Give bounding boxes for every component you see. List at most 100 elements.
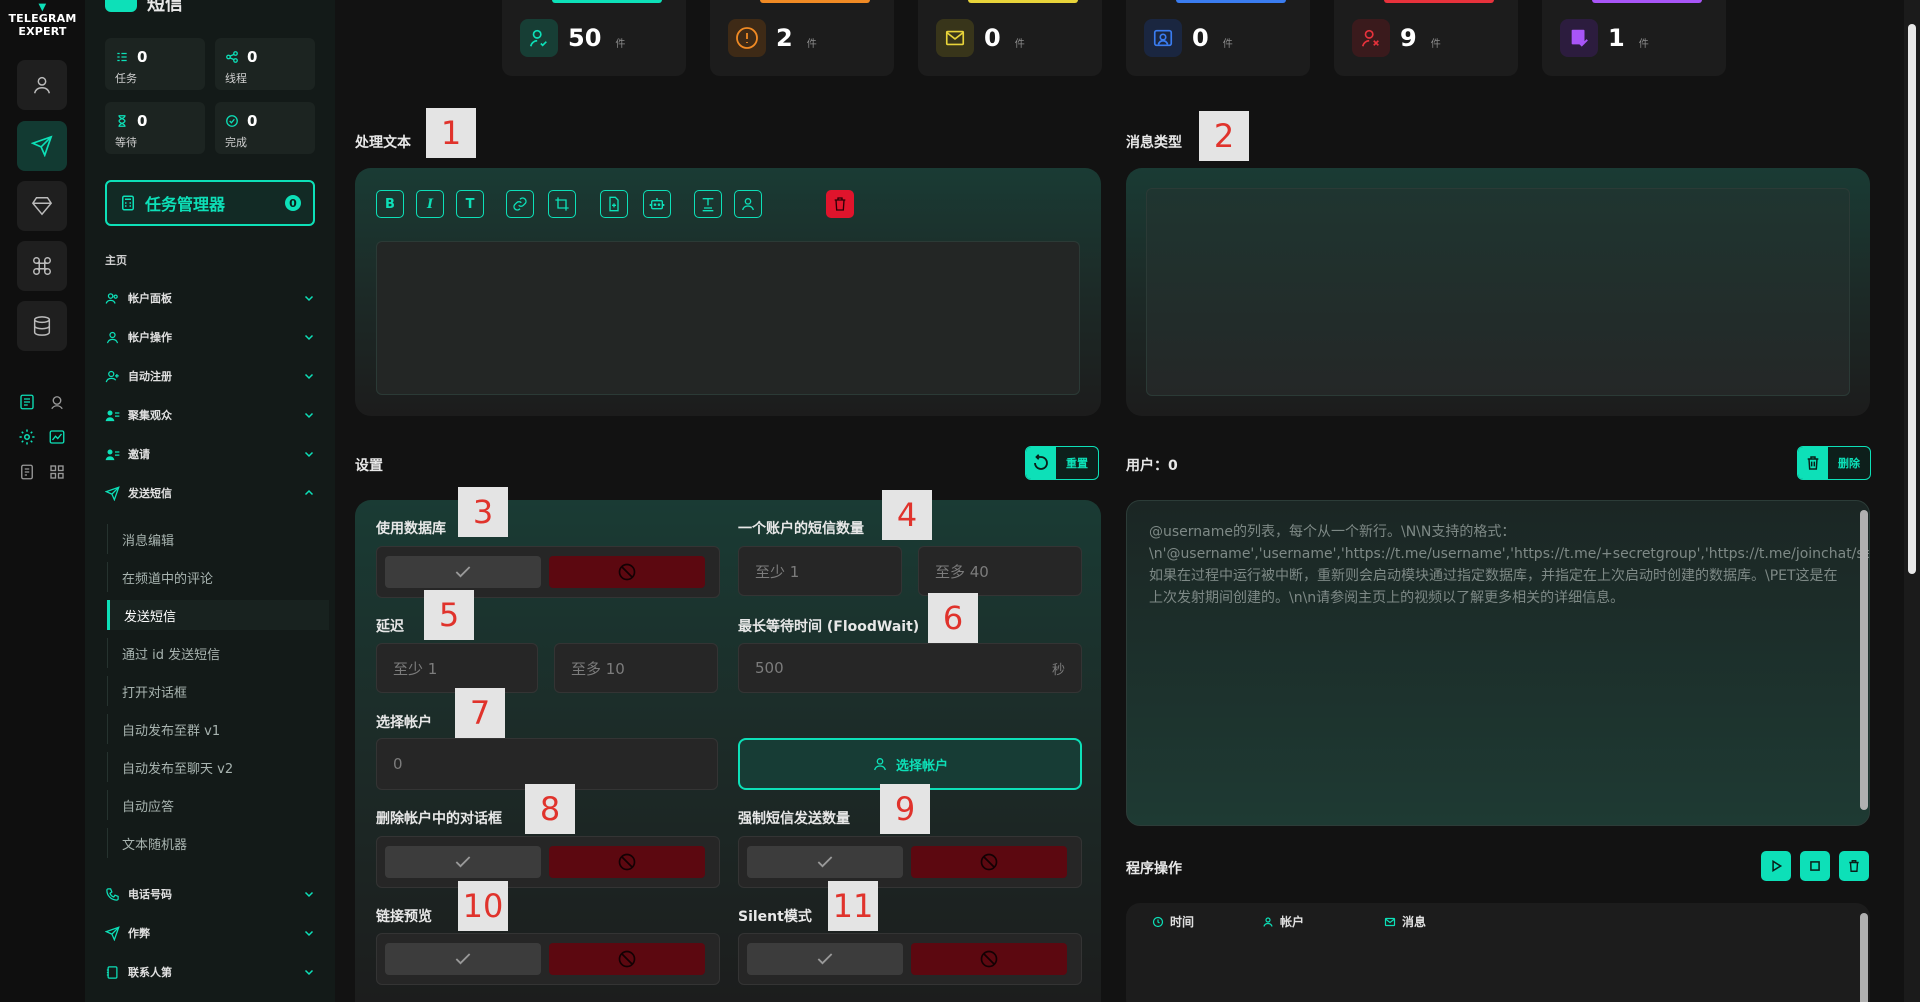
nav-account-ops[interactable]: 帐户操作 [105,326,315,348]
rotate-icon [1034,454,1048,470]
toggle-off-button[interactable] [549,556,705,588]
delay-min-input[interactable]: 至少 1 [376,643,538,693]
list-icon [117,52,127,62]
delay-max-input[interactable]: 至多 10 [554,643,718,693]
toggle-off-button[interactable] [549,846,705,878]
sub-item-channel-comments[interactable]: 在频道中的评论 [107,562,329,592]
toggle-on-button[interactable] [385,943,541,975]
delete-users-button[interactable]: 删除 [1797,446,1871,480]
toggle-off-button[interactable] [549,943,705,975]
italic-icon: I [426,196,434,212]
monospace-button[interactable]: T [456,190,484,218]
force-count-toggle[interactable] [738,836,1082,888]
clear-log-button[interactable] [1839,851,1869,881]
stop-button[interactable] [1800,851,1830,881]
log-scrollbar[interactable] [1860,913,1868,1002]
check-icon [455,953,471,965]
floodwait-input[interactable]: 500 秒 [738,643,1082,693]
sub-item-auto-reply[interactable]: 自动应答 [107,790,329,820]
sub-item-send-by-id[interactable]: 通过 id 发送短信 [107,638,329,668]
ban-icon [618,950,636,968]
rail-accounts-button[interactable] [17,60,67,110]
toggle-on-button[interactable] [747,943,903,975]
user-icon [742,198,754,211]
file-button[interactable] [600,190,628,218]
silent-mode-label: Silent模式 [738,909,812,925]
sub-item-autopost-groups[interactable]: 自动发布至群 v1 [107,714,329,744]
metric-accounts-ok: 50 件 [502,0,686,76]
nav-gather-audience[interactable]: 聚集观众 [105,404,315,426]
log-col-account: 帐户 [1262,913,1304,930]
rail-command-button[interactable] [17,241,67,291]
account-count-input[interactable]: 0 [376,738,718,790]
grid-icon[interactable] [47,462,67,482]
page-scrollbar-thumb[interactable] [1908,24,1916,574]
chevron-up-icon [304,489,314,496]
silent-mode-toggle[interactable] [738,933,1082,985]
spoiler-button[interactable] [548,190,576,218]
italic-button[interactable]: I [416,190,444,218]
reset-button[interactable]: 重置 [1025,446,1099,480]
toggle-on-button[interactable] [747,846,903,878]
link-preview-toggle[interactable] [376,933,720,985]
nav-cheat[interactable]: 作弊 [105,922,315,944]
choose-account-button[interactable]: 选择帐户 [738,738,1082,790]
rail-premium-button[interactable] [17,181,67,231]
message-textarea[interactable] [376,241,1080,395]
bot-button[interactable] [643,190,671,218]
sms-max-input[interactable]: 至多 40 [918,546,1082,596]
text-format-button[interactable] [694,190,722,218]
chevron-down-icon [304,451,314,458]
mention-user-button[interactable] [734,190,762,218]
bold-button[interactable]: B [376,190,404,218]
page-scrollbar[interactable] [1904,0,1920,1002]
location-user-icon[interactable] [47,392,67,412]
sidebar-header: 短信 [105,0,183,16]
send-check-icon [105,925,120,941]
chart-window-icon[interactable] [47,427,67,447]
sms-per-account-label: 一个账户的短信数量 [738,521,864,537]
sub-item-open-dialog[interactable]: 打开对话框 [107,676,329,706]
task-manager-button[interactable]: 任务管理器 0 [105,180,315,226]
annotation-marker-5: 5 [424,590,474,640]
nav-send-sms[interactable]: 发送短信 [105,482,315,504]
rail-send-button[interactable] [17,121,67,171]
sub-item-send-sms[interactable]: 发送短信 [107,600,329,630]
report-icon[interactable] [17,392,37,412]
check-icon [455,856,471,868]
link-button[interactable] [506,190,534,218]
sub-item-text-randomizer[interactable]: 文本随机器 [107,828,329,858]
message-type-area[interactable] [1146,188,1850,396]
stop-icon [1810,861,1820,871]
annotation-marker-2: 2 [1199,111,1249,161]
toggle-off-button[interactable] [911,846,1067,878]
trash-icon [834,197,846,211]
nav-auto-register[interactable]: 自动注册 [105,365,315,387]
share-icon [226,51,238,63]
ban-icon [980,950,998,968]
sms-min-input[interactable]: 至少 1 [738,546,902,596]
users-textarea[interactable]: @username的列表，每个从一个新行。\N\N支持的格式：\n'@usern… [1126,500,1870,826]
metric-profile: 0件 [1126,0,1310,76]
note-check-icon [1571,29,1588,47]
document-icon[interactable] [17,462,37,482]
delete-dialog-toggle[interactable] [376,836,720,888]
nav-account-panel[interactable]: 帐户面板 [105,287,315,309]
start-button[interactable] [1761,851,1791,881]
nav-contacts[interactable]: 联系人第 [105,961,315,983]
sub-item-message-edit[interactable]: 消息编辑 [107,524,329,554]
toggle-off-button[interactable] [911,943,1067,975]
clear-text-button[interactable] [826,190,854,218]
annotation-marker-7: 7 [455,688,505,738]
ban-icon [618,563,636,581]
toggle-on-button[interactable] [385,846,541,878]
nav-phone-numbers[interactable]: 电话号码 [105,883,315,905]
users-icon [105,292,118,304]
nav-invite[interactable]: 邀请 [105,443,315,465]
gear-icon[interactable] [17,427,37,447]
rail-database-button[interactable] [17,301,67,351]
users-scrollbar[interactable] [1860,510,1868,810]
toggle-on-button[interactable] [385,556,541,588]
sub-item-autopost-chats[interactable]: 自动发布至聊天 v2 [107,752,329,782]
brand-logo: ▼ TELEGRAM EXPERT [8,2,77,39]
